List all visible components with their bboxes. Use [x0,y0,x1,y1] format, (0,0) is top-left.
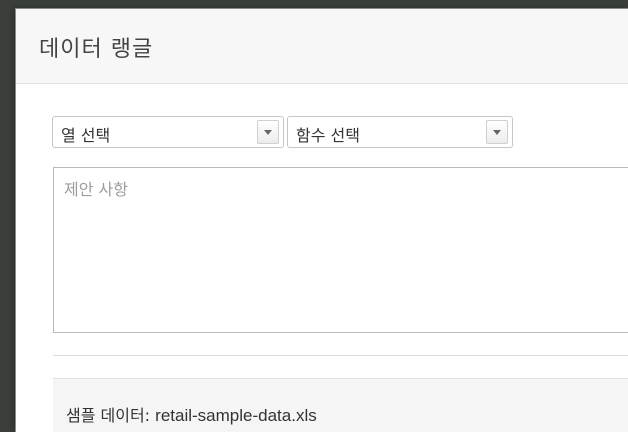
function-select-toggle[interactable] [486,120,508,144]
column-select-value: 열 선택 [61,126,111,145]
dialog-header: 데이터 랭글 [16,9,628,84]
sample-data-line: 샘플 데이터: retail-sample-data.xls [66,402,317,426]
sample-data-footer: 샘플 데이터: retail-sample-data.xls [53,378,628,432]
chevron-down-icon [493,130,501,135]
suggestions-textarea[interactable] [53,167,628,333]
section-divider [53,355,628,356]
chevron-down-icon [264,130,272,135]
sample-data-filename: retail-sample-data.xls [155,406,317,425]
dialog-title: 데이터 랭글 [39,37,154,62]
column-select[interactable]: 열 선택 [52,116,284,148]
column-select-toggle[interactable] [257,120,279,144]
sample-data-label: 샘플 데이터: [66,406,156,425]
function-select[interactable]: 함수 선택 [287,116,513,148]
function-select-value: 함수 선택 [296,126,360,145]
data-wrangle-dialog: 데이터 랭글 열 선택 함수 선택 샘플 데이터: retail-sample-… [15,8,628,432]
